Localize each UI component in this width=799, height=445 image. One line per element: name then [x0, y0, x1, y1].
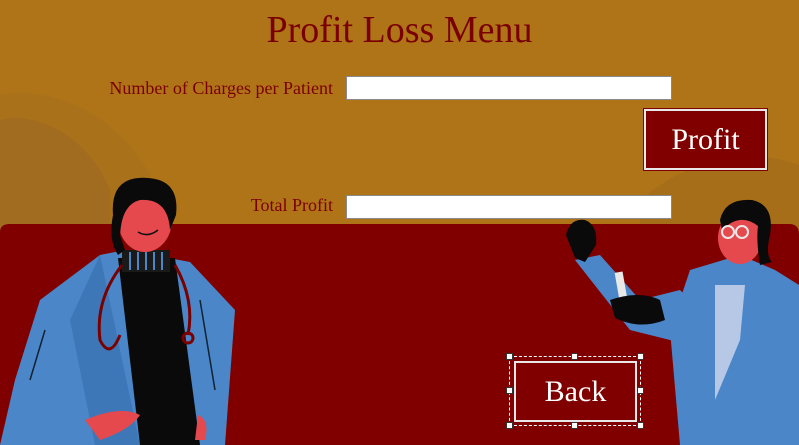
profit-button[interactable]: Profit	[644, 109, 767, 170]
total-profit-input[interactable]	[346, 195, 672, 219]
resize-handle-w[interactable]	[506, 387, 513, 394]
resize-handle-nw[interactable]	[506, 353, 513, 360]
background-illustration	[0, 0, 799, 445]
page-title: Profit Loss Menu	[266, 9, 533, 51]
resize-handle-e[interactable]	[637, 387, 644, 394]
charges-input[interactable]	[346, 76, 672, 100]
resize-handle-s[interactable]	[571, 422, 578, 429]
back-button[interactable]: Back	[514, 361, 637, 422]
resize-handle-se[interactable]	[637, 422, 644, 429]
charges-label: Number of Charges per Patient	[109, 78, 333, 98]
resize-handle-sw[interactable]	[506, 422, 513, 429]
resize-handle-ne[interactable]	[637, 353, 644, 360]
total-profit-label: Total Profit	[250, 195, 333, 215]
resize-handle-n[interactable]	[571, 353, 578, 360]
